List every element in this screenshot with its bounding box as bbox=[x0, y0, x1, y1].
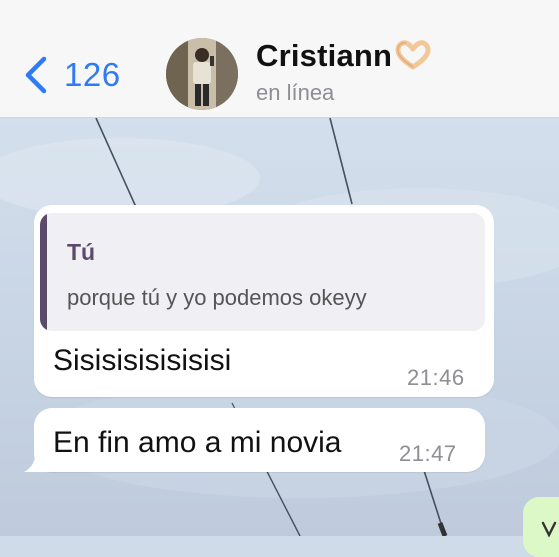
bubble-tail bbox=[24, 450, 50, 472]
quote-author: Tú bbox=[67, 239, 96, 265]
back-button[interactable]: 126 bbox=[22, 52, 121, 98]
quote-bar bbox=[40, 213, 47, 331]
message-bubble[interactable]: Tú porque tú y yo podemos okeyy Sisisisi… bbox=[34, 205, 494, 397]
quote-text: porque tú y yo podemos okeyy bbox=[67, 285, 367, 310]
avatar-photo bbox=[166, 38, 238, 110]
message-text: Sisisisisisisisi bbox=[53, 344, 232, 377]
chevron-left-icon bbox=[25, 56, 47, 94]
message-bubble[interactable]: En fin amo a mi novia 21:47 bbox=[34, 408, 485, 472]
contact-name-text: Cristiann bbox=[256, 38, 393, 73]
unread-count: 126 bbox=[64, 56, 121, 93]
contact-name[interactable]: Cristiann bbox=[256, 38, 432, 74]
quoted-reply[interactable]: Tú porque tú y yo podemos okeyy bbox=[40, 213, 485, 331]
contact-status: en línea bbox=[256, 80, 335, 105]
message-text: En fin amo a mi novia bbox=[53, 426, 342, 459]
outgoing-message-bubble[interactable] bbox=[523, 497, 559, 557]
outgoing-message-text-fragment bbox=[541, 521, 557, 538]
avatar[interactable] bbox=[166, 38, 238, 110]
chat-header: 126 Cristiann en línea bbox=[0, 0, 559, 118]
message-time: 21:47 bbox=[399, 441, 457, 466]
heart-hands-emoji-icon bbox=[395, 40, 431, 70]
message-time: 21:46 bbox=[407, 365, 465, 390]
